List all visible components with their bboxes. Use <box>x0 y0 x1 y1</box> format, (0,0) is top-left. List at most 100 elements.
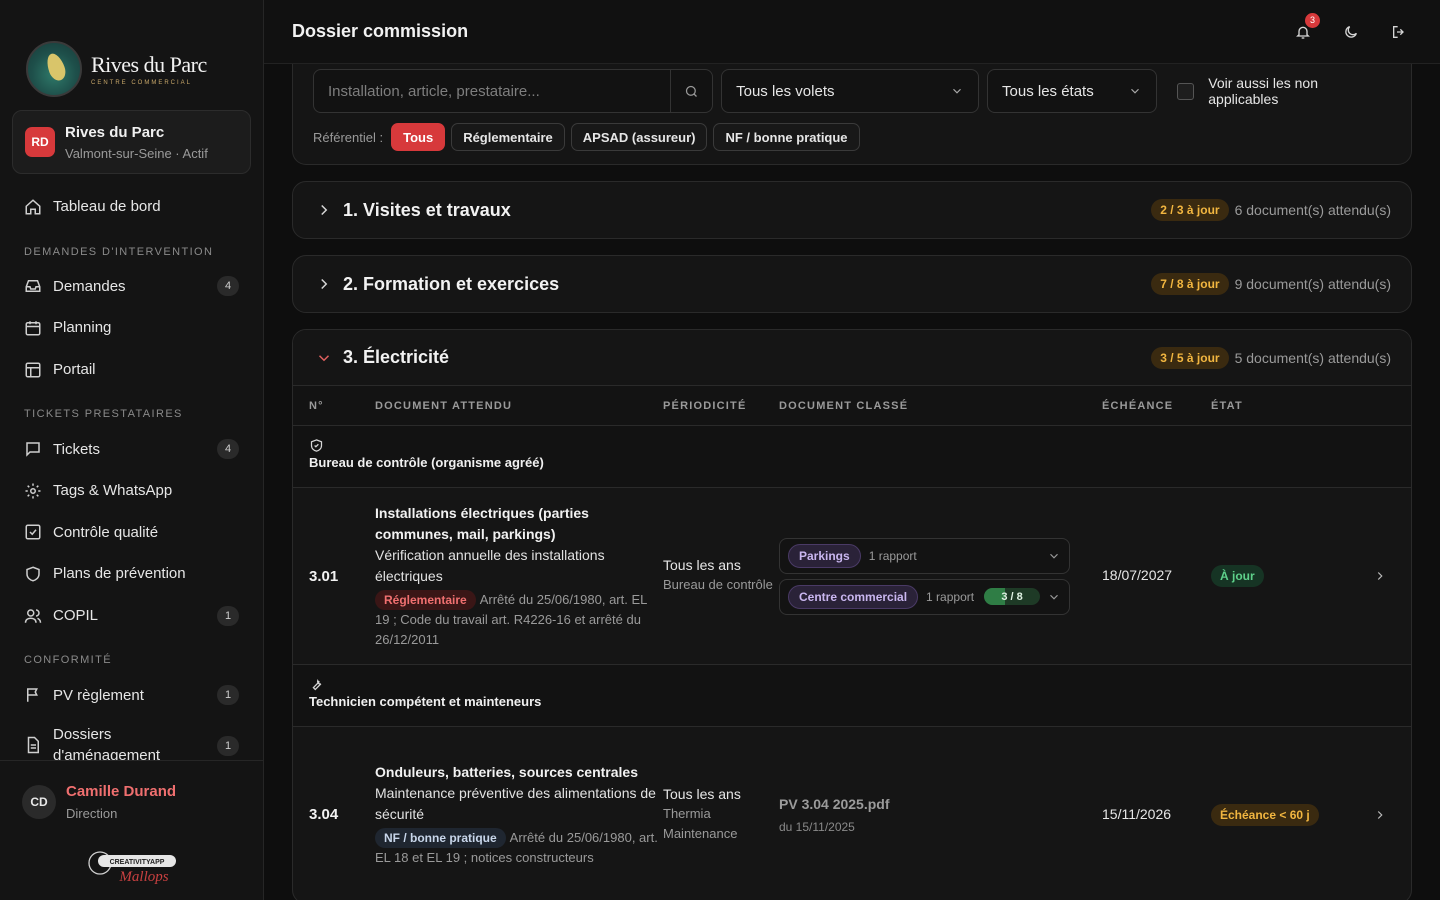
doc-description: Vérification annuelle des installations … <box>375 546 605 584</box>
col-header-etat: ÉTAT <box>1211 399 1243 412</box>
ref-pill-tous[interactable]: Tous <box>391 123 446 151</box>
checkbox-box[interactable] <box>1177 82 1195 100</box>
section-formation-exercices[interactable]: 2. Formation et exercices 7 / 8 à jour 9… <box>292 255 1412 313</box>
etats-select[interactable]: Tous les états <box>987 69 1158 113</box>
sidebar-item-tableau-de-bord[interactable]: Tableau de bord <box>12 186 251 228</box>
periodicity-provider: Bureau de contrôle <box>663 577 773 592</box>
section-doc-count: 5 document(s) attendu(s) <box>1234 349 1391 366</box>
report-count: 1 rapport <box>868 548 917 563</box>
sidebar-item-portail[interactable]: Portail <box>12 349 251 391</box>
sidebar-item-controle-qualite[interactable]: Contrôle qualité <box>12 512 251 554</box>
brand-logo: CREATIVITYAPP Mallops <box>86 845 178 885</box>
report-count: 1 rapport <box>926 589 975 604</box>
sidebar-item-label: Tickets <box>53 440 100 458</box>
site-selector[interactable]: RD Rives du Parc Valmont-sur-Seine · Act… <box>12 110 251 174</box>
row-number: 3.01 <box>309 567 339 585</box>
notifications-button[interactable]: 3 <box>1290 12 1320 45</box>
logout-button[interactable] <box>1386 19 1412 45</box>
sidebar-item-tickets[interactable]: Tickets 4 <box>12 428 251 470</box>
chevron-right-icon[interactable] <box>1373 569 1387 583</box>
sidebar-item-plans-de-prevention[interactable]: Plans de prévention <box>12 553 251 595</box>
layout-icon <box>24 361 42 379</box>
due-date: 15/11/2026 <box>1102 805 1172 822</box>
brand-text-bottom: Mallops <box>118 869 168 885</box>
avatar: CD <box>22 785 56 819</box>
sidebar-item-planning[interactable]: Planning <box>12 307 251 349</box>
chevron-right-icon[interactable] <box>1373 808 1387 822</box>
sidebar-item-label: Demandes <box>53 277 126 295</box>
doc-description: Maintenance préventive des alimentations… <box>375 784 656 822</box>
chevron-down-icon <box>1128 84 1142 98</box>
classified-doc-dropdown[interactable]: Parkings 1 rapport <box>779 537 1070 574</box>
check-square-icon <box>24 523 42 541</box>
group-name: Bureau de contrôle (organisme agréé) <box>309 455 544 470</box>
chevron-down-icon <box>1047 590 1061 604</box>
nav-count-badge: 1 <box>217 735 239 756</box>
top-bar: Dossier commission 3 <box>264 0 1440 64</box>
sidebar-nav: Tableau de bord DEMANDES D'INTERVENTION … <box>0 174 263 764</box>
sidebar-item-tags-whatsapp[interactable]: Tags & WhatsApp <box>12 470 251 512</box>
referentiel-filter: Référentiel : Tous Réglementaire APSAD (… <box>313 123 1391 151</box>
section-electricite[interactable]: 3. Électricité 3 / 5 à jour 5 document(s… <box>293 330 1411 386</box>
classified-file-date: du 15/11/2025 <box>779 819 855 834</box>
message-icon <box>24 440 42 458</box>
chevron-down-icon <box>1047 549 1061 563</box>
inbox-icon <box>24 277 42 295</box>
user-profile[interactable]: CD Camille Durand Direction <box>0 761 263 821</box>
row-number: 3.04 <box>309 806 339 823</box>
col-header-periodicite: PÉRIODICITÉ <box>663 399 747 412</box>
nav-section-title: DEMANDES D'INTERVENTION <box>24 245 214 258</box>
table-row[interactable]: 3.01 Installations électriques (parties … <box>293 488 1411 665</box>
chevron-down-icon <box>950 84 964 98</box>
table-row[interactable]: 3.04 Onduleurs, batteries, sources centr… <box>293 727 1411 900</box>
progress-text: 3 / 8 <box>1001 590 1023 603</box>
status-badge: Échéance < 60 j <box>1211 803 1319 826</box>
classified-file-link[interactable]: PV 3.04 2025.pdf <box>779 796 1102 812</box>
sidebar-item-demandes[interactable]: Demandes 4 <box>12 266 251 308</box>
sidebar-item-pv-reglement[interactable]: PV règlement 1 <box>12 674 251 716</box>
section-electricite-panel: 3. Électricité 3 / 5 à jour 5 document(s… <box>292 329 1412 900</box>
col-header-document-classe: DOCUMENT CLASSÉ <box>779 399 909 412</box>
shield-icon <box>24 565 42 583</box>
flag-icon <box>24 686 42 704</box>
wrench-icon <box>309 677 1395 692</box>
progress-badge: 3 / 8 <box>984 588 1041 605</box>
doc-title: Onduleurs, batteries, sources centrales <box>375 763 638 780</box>
periodicity-provider: Thermia Maintenance <box>663 805 738 841</box>
ref-pill-reglementaire[interactable]: Réglementaire <box>451 123 565 151</box>
sidebar-item-copil[interactable]: COPIL 1 <box>12 595 251 637</box>
user-panel: CD Camille Durand Direction CREATIVITYAP… <box>0 760 263 900</box>
sidebar-item-label: Dossiers d'aménagement <box>53 725 161 764</box>
classified-doc-dropdown[interactable]: Centre commercial 1 rapport 3 / 8 <box>779 578 1070 615</box>
search-button[interactable] <box>670 70 712 112</box>
table-group-header: Bureau de contrôle (organisme agréé) <box>293 426 1411 488</box>
volets-select[interactable]: Tous les volets <box>721 69 980 113</box>
ref-pill-apsad[interactable]: APSAD (assureur) <box>570 123 708 151</box>
users-icon <box>24 607 42 625</box>
logo[interactable]: Rives du Parc CENTRE COMMERCIAL <box>0 0 263 110</box>
doc-title: Installations électriques (parties commu… <box>375 504 589 542</box>
periodicity: Tous les ans <box>663 785 741 802</box>
sidebar-item-label: COPIL <box>53 607 99 625</box>
ref-pill-nf[interactable]: NF / bonne pratique <box>713 123 860 151</box>
nav-count-badge: 1 <box>217 605 239 626</box>
sidebar-item-label: Portail <box>53 361 96 379</box>
sidebar-item-dossiers-amenagement[interactable]: Dossiers d'aménagement 1 <box>12 716 251 764</box>
sidebar-item-label: Planning <box>53 319 112 337</box>
due-date: 18/07/2027 <box>1102 567 1173 583</box>
moon-icon <box>1343 24 1359 40</box>
nav-count-badge: 4 <box>217 276 239 297</box>
logout-icon <box>1391 24 1407 40</box>
non-applicables-checkbox[interactable]: Voir aussi les non applicables <box>1177 75 1391 107</box>
home-icon <box>24 198 42 216</box>
theme-toggle-button[interactable] <box>1338 19 1364 45</box>
checkbox-label: Voir aussi les non applicables <box>1208 75 1318 107</box>
search-input[interactable] <box>314 70 671 112</box>
col-header-echeance: ÉCHÉANCE <box>1102 399 1174 412</box>
col-header-document: DOCUMENT ATTENDU <box>375 399 513 412</box>
sidebar-item-label: Plans de prévention <box>53 565 186 583</box>
section-status-badge: 7 / 8 à jour <box>1151 273 1229 295</box>
site-badge: RD <box>25 127 55 157</box>
brand-text-top: CREATIVITYAPP <box>110 859 165 866</box>
section-visites-travaux[interactable]: 1. Visites et travaux 2 / 3 à jour 6 doc… <box>292 181 1412 239</box>
